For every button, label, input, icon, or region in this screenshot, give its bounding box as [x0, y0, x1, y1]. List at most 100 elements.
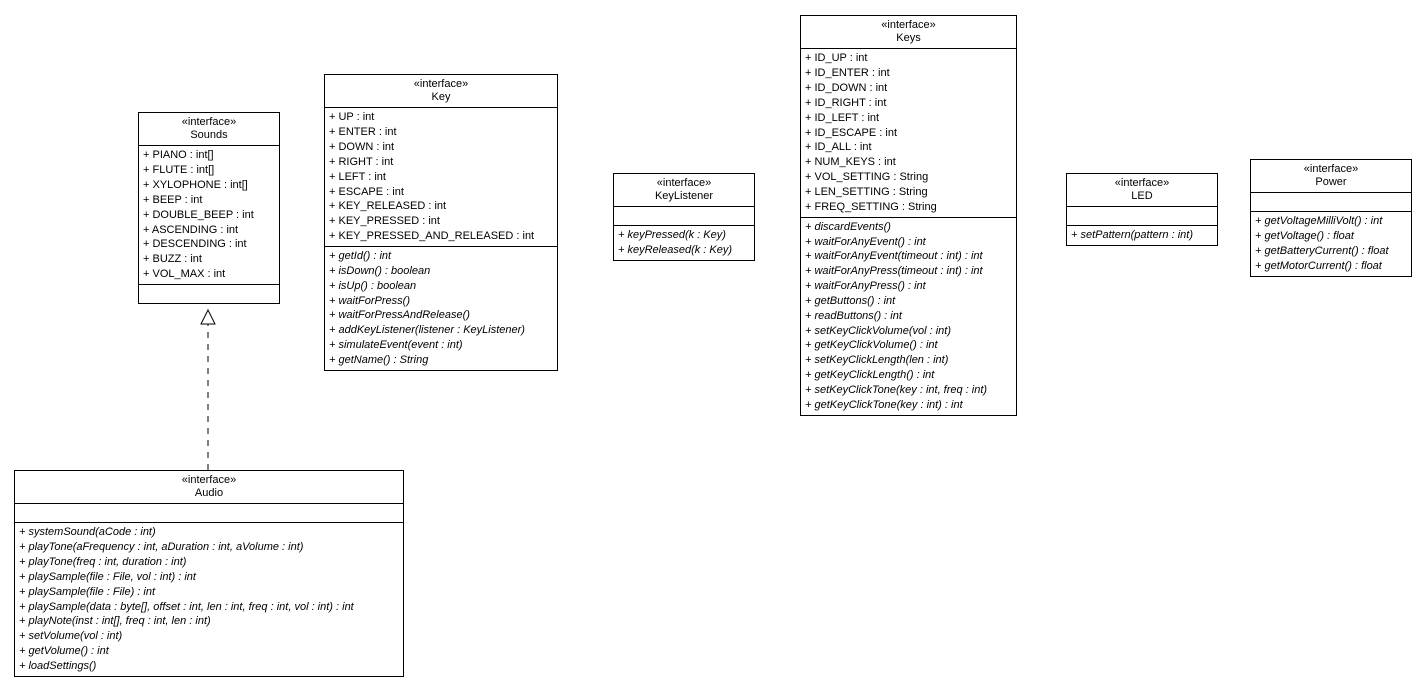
- uml-member: + KEY_RELEASED : int: [329, 199, 553, 214]
- interface-audio: «interface» Audio + systemSound(aCode : …: [14, 470, 404, 677]
- uml-member: + VOL_MAX : int: [143, 267, 275, 282]
- uml-member: + getVoltageMilliVolt() : int: [1255, 214, 1407, 229]
- uml-member: + waitForAnyPress(timeout : int) : int: [805, 264, 1012, 279]
- uml-member: + getKeyClickVolume() : int: [805, 338, 1012, 353]
- stereotype: «interface»: [1257, 163, 1405, 176]
- uml-member: + ASCENDING : int: [143, 223, 275, 238]
- interface-sounds: «interface» Sounds + PIANO : int[]+ FLUT…: [138, 112, 280, 304]
- operations: + discardEvents()+ waitForAnyEvent() : i…: [801, 218, 1016, 415]
- uml-member: + getButtons() : int: [805, 294, 1012, 309]
- uml-member: + ID_RIGHT : int: [805, 96, 1012, 111]
- stereotype: «interface»: [620, 177, 748, 190]
- uml-member: + getBatteryCurrent() : float: [1255, 244, 1407, 259]
- interface-name: KeyListener: [620, 190, 748, 203]
- uml-member: + DESCENDING : int: [143, 237, 275, 252]
- header: «interface» LED: [1067, 174, 1217, 207]
- stereotype: «interface»: [807, 19, 1010, 32]
- operations: + systemSound(aCode : int)+ playTone(aFr…: [15, 523, 403, 675]
- attributes-empty: [1067, 207, 1217, 226]
- uml-member: + DOUBLE_BEEP : int: [143, 208, 275, 223]
- uml-member: + NUM_KEYS : int: [805, 155, 1012, 170]
- uml-member: + waitForAnyEvent() : int: [805, 235, 1012, 250]
- uml-member: + simulateEvent(event : int): [329, 338, 553, 353]
- uml-member: + playSample(file : File) : int: [19, 585, 399, 600]
- interface-power: «interface» Power + getVoltageMilliVolt(…: [1250, 159, 1412, 277]
- uml-member: + getKeyClickLength() : int: [805, 368, 1012, 383]
- uml-member: + getId() : int: [329, 249, 553, 264]
- interface-keys: «interface» Keys + ID_UP : int+ ID_ENTER…: [800, 15, 1017, 416]
- interface-key: «interface» Key + UP : int+ ENTER : int+…: [324, 74, 558, 371]
- interface-name: Power: [1257, 176, 1405, 189]
- uml-member: + ID_ALL : int: [805, 140, 1012, 155]
- uml-member: + PIANO : int[]: [143, 148, 275, 163]
- uml-member: + setPattern(pattern : int): [1071, 228, 1213, 243]
- uml-member: + BEEP : int: [143, 193, 275, 208]
- stereotype: «interface»: [21, 474, 397, 487]
- header: «interface» Keys: [801, 16, 1016, 49]
- uml-member: + FREQ_SETTING : String: [805, 200, 1012, 215]
- header: «interface» KeyListener: [614, 174, 754, 207]
- attributes: + UP : int+ ENTER : int+ DOWN : int+ RIG…: [325, 108, 557, 247]
- uml-member: + playTone(freq : int, duration : int): [19, 555, 399, 570]
- uml-member: + LEFT : int: [329, 170, 553, 185]
- uml-member: + discardEvents(): [805, 220, 1012, 235]
- uml-member: + isUp() : boolean: [329, 279, 553, 294]
- attributes-empty: [614, 207, 754, 226]
- uml-member: + KEY_PRESSED_AND_RELEASED : int: [329, 229, 553, 244]
- uml-member: + ID_LEFT : int: [805, 111, 1012, 126]
- stereotype: «interface»: [1073, 177, 1211, 190]
- header: «interface» Power: [1251, 160, 1411, 193]
- uml-member: + setKeyClickTone(key : int, freq : int): [805, 383, 1012, 398]
- uml-member: + getName() : String: [329, 353, 553, 368]
- uml-member: + ID_DOWN : int: [805, 81, 1012, 96]
- uml-member: + getVoltage() : float: [1255, 229, 1407, 244]
- operations: + keyPressed(k : Key)+ keyReleased(k : K…: [614, 226, 754, 260]
- uml-member: + waitForPressAndRelease(): [329, 308, 553, 323]
- stereotype: «interface»: [145, 116, 273, 129]
- uml-member: + BUZZ : int: [143, 252, 275, 267]
- uml-member: + waitForAnyPress() : int: [805, 279, 1012, 294]
- uml-member: + ID_ENTER : int: [805, 66, 1012, 81]
- uml-member: + playSample(data : byte[], offset : int…: [19, 600, 399, 615]
- interface-led: «interface» LED + setPattern(pattern : i…: [1066, 173, 1218, 246]
- uml-member: + playTone(aFrequency : int, aDuration :…: [19, 540, 399, 555]
- uml-member: + readButtons() : int: [805, 309, 1012, 324]
- uml-member: + waitForAnyEvent(timeout : int) : int: [805, 249, 1012, 264]
- uml-member: + loadSettings(): [19, 659, 399, 674]
- uml-member: + getVolume() : int: [19, 644, 399, 659]
- uml-member: + keyPressed(k : Key): [618, 228, 750, 243]
- stereotype: «interface»: [331, 78, 551, 91]
- uml-member: + XYLOPHONE : int[]: [143, 178, 275, 193]
- operations: + setPattern(pattern : int): [1067, 226, 1217, 245]
- uml-member: + UP : int: [329, 110, 553, 125]
- attributes: + ID_UP : int+ ID_ENTER : int+ ID_DOWN :…: [801, 49, 1016, 217]
- interface-keylistener: «interface» KeyListener + keyPressed(k :…: [613, 173, 755, 261]
- attributes: + PIANO : int[]+ FLUTE : int[]+ XYLOPHON…: [139, 146, 279, 285]
- uml-member: + isDown() : boolean: [329, 264, 553, 279]
- header: «interface» Audio: [15, 471, 403, 504]
- uml-member: + playSample(file : File, vol : int) : i…: [19, 570, 399, 585]
- uml-member: + getMotorCurrent() : float: [1255, 259, 1407, 274]
- uml-member: + DOWN : int: [329, 140, 553, 155]
- uml-member: + playNote(inst : int[], freq : int, len…: [19, 614, 399, 629]
- header: «interface» Key: [325, 75, 557, 108]
- header: «interface» Sounds: [139, 113, 279, 146]
- interface-name: Key: [331, 91, 551, 104]
- interface-name: Sounds: [145, 129, 273, 142]
- uml-member: + LEN_SETTING : String: [805, 185, 1012, 200]
- uml-member: + waitForPress(): [329, 294, 553, 309]
- uml-member: + keyReleased(k : Key): [618, 243, 750, 258]
- operations: + getVoltageMilliVolt() : int+ getVoltag…: [1251, 212, 1411, 275]
- uml-member: + systemSound(aCode : int): [19, 525, 399, 540]
- interface-name: Keys: [807, 32, 1010, 45]
- uml-member: + ENTER : int: [329, 125, 553, 140]
- uml-member: + ESCAPE : int: [329, 185, 553, 200]
- operations-empty: [139, 285, 279, 303]
- uml-member: + RIGHT : int: [329, 155, 553, 170]
- uml-member: + KEY_PRESSED : int: [329, 214, 553, 229]
- uml-member: + getKeyClickTone(key : int) : int: [805, 398, 1012, 413]
- uml-member: + ID_UP : int: [805, 51, 1012, 66]
- uml-member: + setVolume(vol : int): [19, 629, 399, 644]
- attributes-empty: [1251, 193, 1411, 212]
- uml-member: + VOL_SETTING : String: [805, 170, 1012, 185]
